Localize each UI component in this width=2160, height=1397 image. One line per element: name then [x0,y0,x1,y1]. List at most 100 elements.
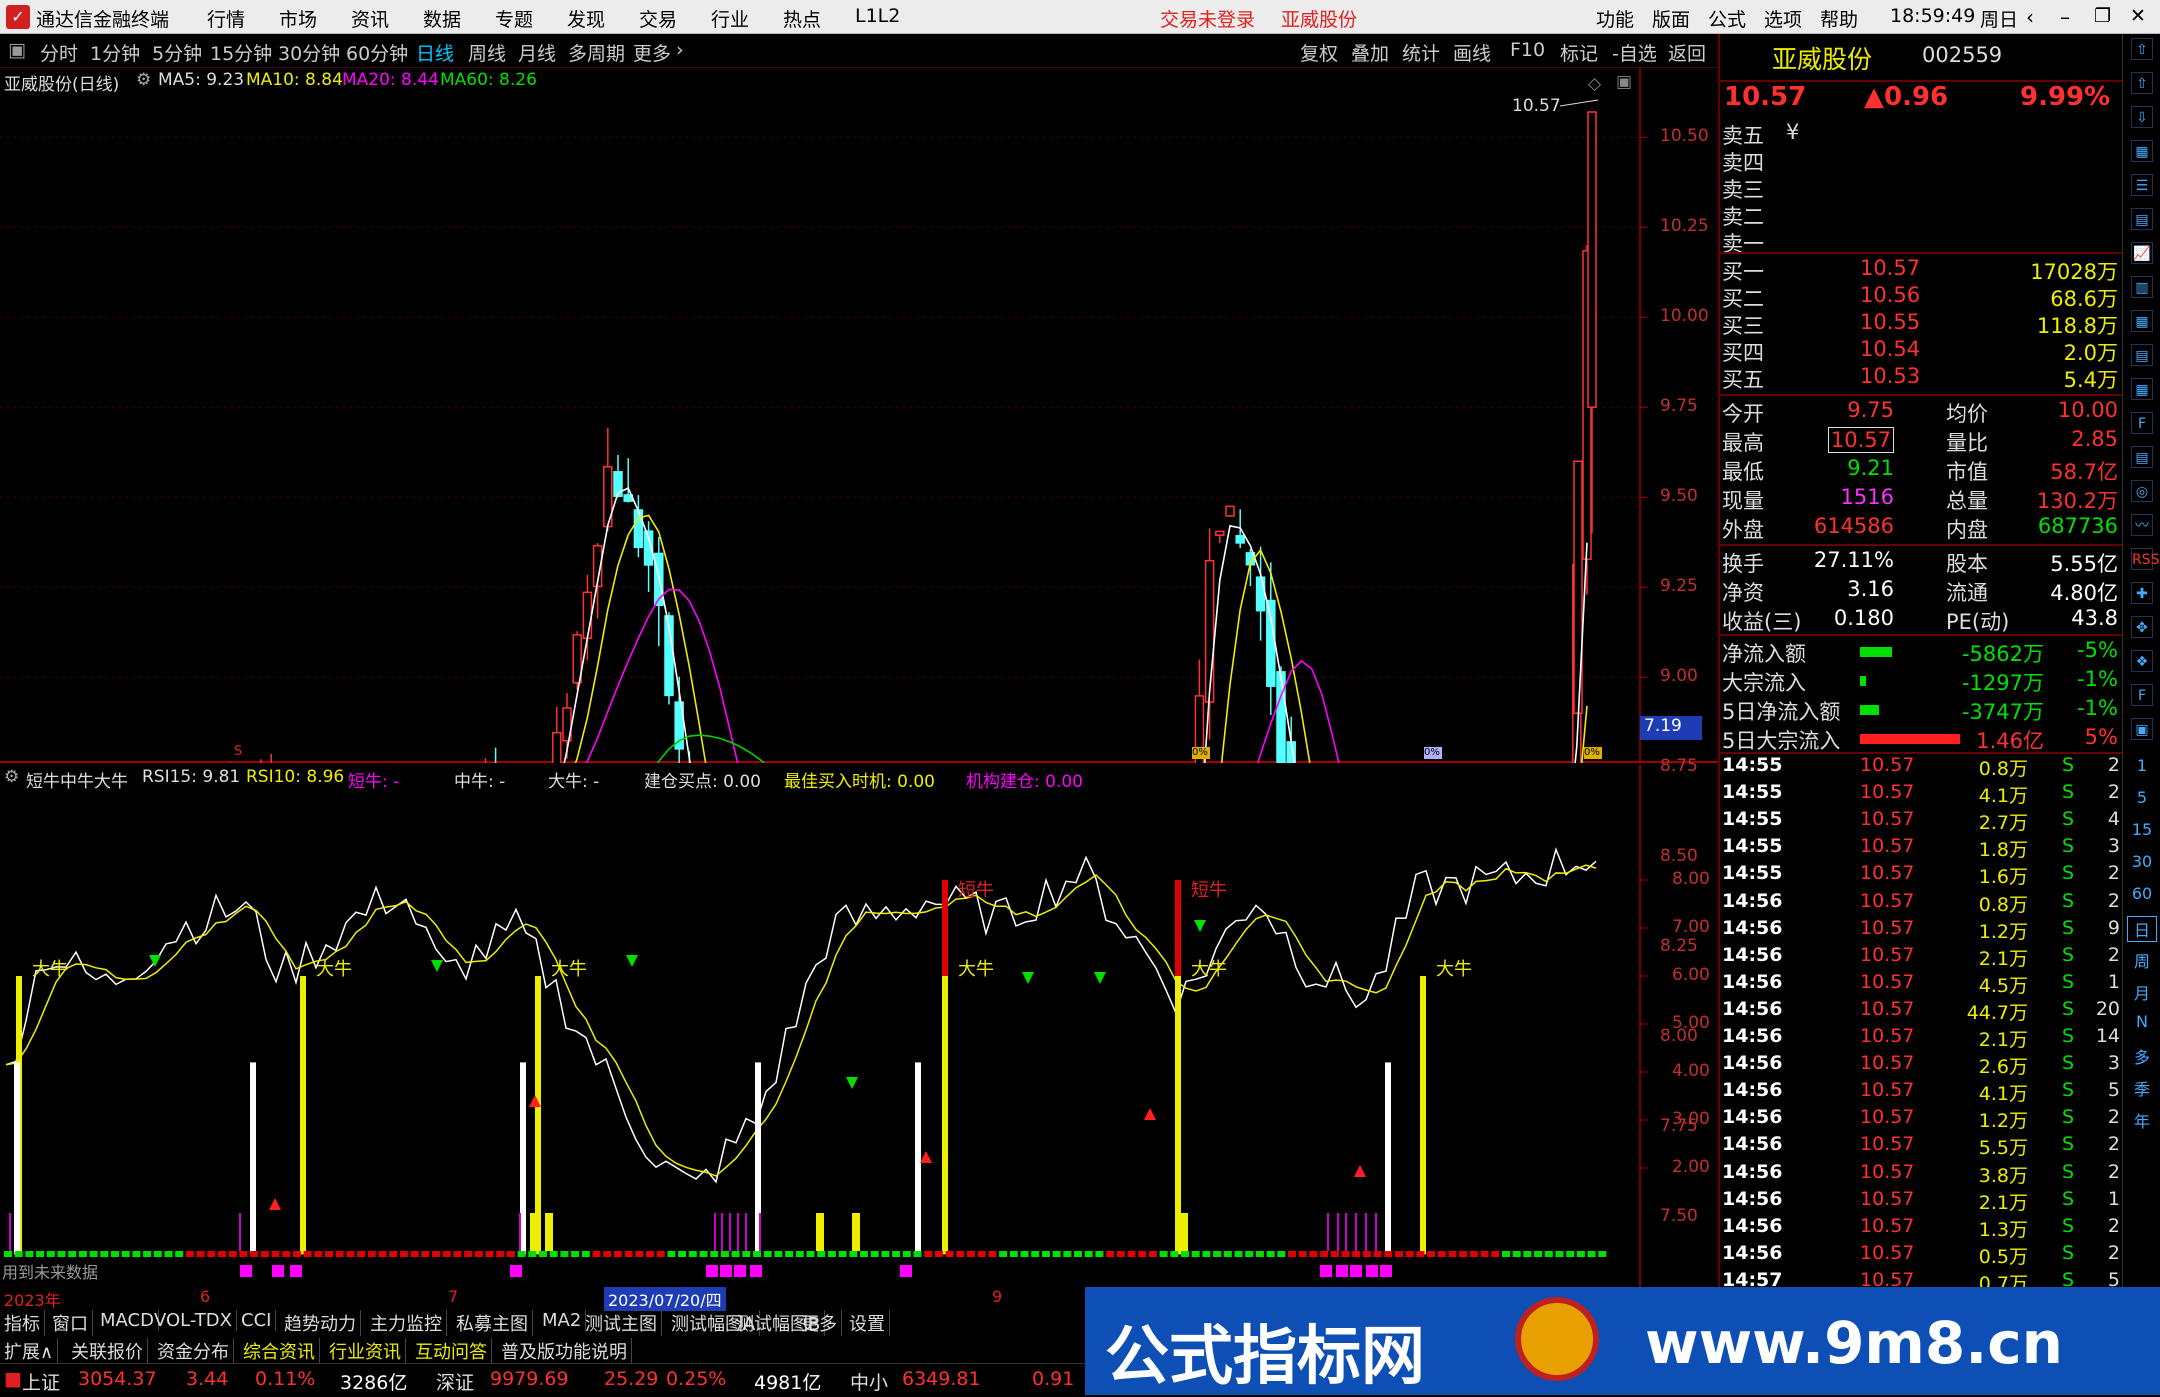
grid-icon[interactable]: ▤ [2131,344,2153,366]
period-shortcut[interactable]: 1 [2127,756,2157,775]
star-icon[interactable]: ▣ [2131,718,2153,740]
period-shortcut[interactable]: 季 [2127,1076,2157,1100]
index-label[interactable]: 深证 [436,1368,474,1395]
info-tab[interactable]: 行业资讯 [329,1338,406,1364]
period-tab[interactable]: 多周期 [568,39,625,66]
period-shortcut[interactable]: 60 [2127,884,2157,903]
indicator-chart[interactable]: ⚙ 短牛中牛大牛 RSI15: 9.81 RSI10: 8.96 短牛: - 中… [0,765,1718,1287]
move-icon[interactable]: ✥ [2131,616,2153,638]
tool-button[interactable]: 叠加 [1351,39,1389,66]
kline-chart[interactable]: 亚威股份(日线) ⚙ MA5: 9.23 MA10: 8.84 MA20: 8.… [0,68,1718,1226]
table-icon[interactable]: ▤ [2131,208,2153,230]
tool-button[interactable]: 返回 [1668,39,1706,66]
indicator-tab[interactable]: 主力监控 [370,1310,447,1336]
indicator-tab[interactable]: 更多 [801,1310,842,1336]
menu-item[interactable]: 市场 [279,5,317,32]
info-tab[interactable]: 关联报价 [71,1338,148,1364]
menu-item[interactable]: 选项 [1764,5,1802,32]
login-status[interactable]: 交易未登录 [1160,5,1255,32]
menu-item[interactable]: 行业 [711,5,749,32]
settings-icon[interactable]: ⚙ [136,70,151,90]
menu-item[interactable]: 发现 [567,5,605,32]
list-icon[interactable]: ▦ [2131,378,2153,400]
ring-icon[interactable]: ◎ [2131,480,2153,502]
period-shortcut[interactable]: 周 [2127,948,2157,972]
tool-button[interactable]: F10 [1510,39,1545,61]
f10-icon[interactable]: F [2131,684,2153,706]
info-tab[interactable]: 扩展∧ [4,1338,59,1364]
up-arrow-icon[interactable]: ⇧ [2131,72,2153,94]
indicator-tab[interactable]: 指标 [4,1310,45,1336]
indicator-tab[interactable]: MACD [100,1310,159,1331]
book-icon[interactable]: ✚ [2131,582,2153,604]
up-arrow-icon[interactable]: ⇧ [2131,38,2153,60]
close-icon[interactable]: ✕ [2130,5,2146,27]
tool-button[interactable]: 统计 [1402,39,1440,66]
period-tab[interactable]: 30分钟 [278,39,340,66]
panel-toggle-icon[interactable]: ▣ [8,39,26,61]
candle-icon[interactable]: ▥ [2131,276,2153,298]
period-tab[interactable]: 更多 [633,39,671,66]
indicator-tab[interactable]: MA2 [542,1310,587,1331]
f3-icon[interactable]: ▤ [2131,446,2153,468]
info-tab[interactable]: 互动问答 [415,1338,492,1364]
chart-icon[interactable]: 📈 [2131,242,2153,264]
period-shortcut[interactable]: 年 [2127,1108,2157,1132]
info-tab[interactable]: 资金分布 [157,1338,234,1364]
info-tab[interactable]: 综合资讯 [243,1338,320,1364]
menu-item[interactable]: 数据 [423,5,461,32]
period-tab[interactable]: 15分钟 [210,39,272,66]
period-tab[interactable]: 月线 [518,39,556,66]
period-shortcut[interactable]: N [2127,1012,2157,1031]
tool-button[interactable]: 标记 [1560,39,1598,66]
menu-item[interactable]: 版面 [1652,5,1690,32]
down-arrow-icon[interactable]: ⇩ [2131,106,2153,128]
indicator-tab[interactable]: 设置 [849,1310,890,1336]
period-shortcut[interactable]: 月 [2127,980,2157,1004]
menu-item[interactable]: 功能 [1596,5,1634,32]
indicator-tab[interactable]: 测试主图 [585,1310,662,1336]
back-icon[interactable]: ‹ [2026,5,2034,29]
period-shortcut[interactable]: 15 [2127,820,2157,839]
period-shortcut[interactable]: 日 [2127,916,2157,942]
window-icon[interactable]: ▣ [1616,72,1632,92]
menu-item[interactable]: 热点 [783,5,821,32]
period-shortcut[interactable]: 5 [2127,788,2157,807]
indicator-tab[interactable]: 趋势动力 [284,1310,361,1336]
grid-icon[interactable]: ▦ [2131,140,2153,162]
period-tab[interactable]: 60分钟 [346,39,408,66]
period-tab[interactable]: 周线 [468,39,506,66]
diamond-icon[interactable]: ◇ [1588,74,1601,94]
menu-item[interactable]: 公式 [1708,5,1746,32]
menu-item[interactable]: 资讯 [351,5,389,32]
menu-item[interactable]: L1L2 [855,5,900,27]
list-icon[interactable]: ☰ [2131,174,2153,196]
f2-icon[interactable]: F [2131,412,2153,434]
index-label[interactable]: 中小 [850,1368,888,1395]
settings-icon[interactable]: ⚙ [4,767,19,787]
indicator-tab[interactable]: VOL-TDX [154,1310,237,1331]
period-tab[interactable]: 分时 [40,39,78,66]
calc-icon[interactable]: ▦ [2131,310,2153,332]
period-tab[interactable]: 5分钟 [152,39,202,66]
period-tab[interactable]: 1分钟 [90,39,140,66]
tree-icon[interactable]: ❖ [2131,650,2153,672]
indicator-tab[interactable]: 窗口 [52,1310,93,1336]
indicator-tab[interactable]: 私募主图 [456,1310,533,1336]
minimize-icon[interactable]: – [2060,5,2070,29]
chevron-right-icon[interactable]: › [676,39,684,61]
indicator-tab[interactable]: CCI [241,1310,277,1331]
menu-item[interactable]: 专题 [495,5,533,32]
menu-item[interactable]: 帮助 [1820,5,1858,32]
period-shortcut[interactable]: 30 [2127,852,2157,871]
tool-button[interactable]: 复权 [1300,39,1338,66]
index-label[interactable]: 上证 [22,1368,60,1395]
rss-icon[interactable]: RSS [2131,548,2160,570]
restore-icon[interactable]: ❐ [2094,5,2111,27]
chart-icon[interactable]: 〰 [2131,514,2153,536]
period-shortcut[interactable]: 多 [2127,1044,2157,1068]
info-tab[interactable]: 普及版功能说明 [501,1338,632,1364]
tool-button[interactable]: -自选 [1612,39,1657,66]
period-tab-active[interactable]: 日线 [416,39,454,66]
menu-item[interactable]: 交易 [639,5,677,32]
